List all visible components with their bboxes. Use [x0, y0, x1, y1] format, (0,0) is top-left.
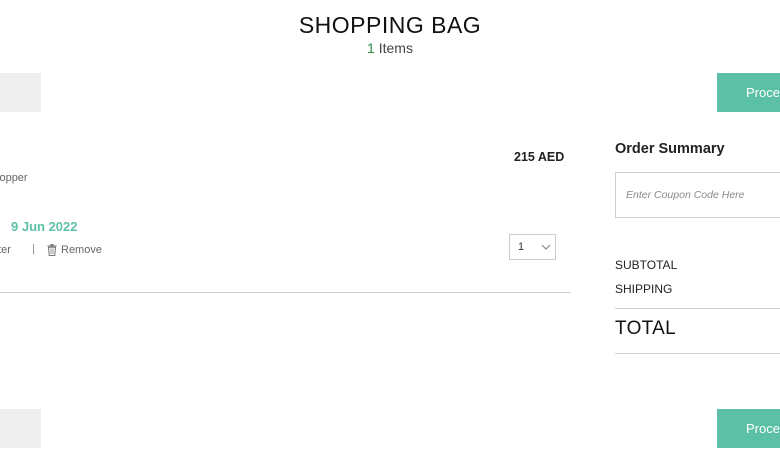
- delivery-date-value: 9 Jun 2022: [11, 219, 78, 234]
- continue-shopping-button[interactable]: [0, 73, 41, 112]
- save-for-later-link[interactable]: ater: [0, 244, 11, 256]
- quantity-select[interactable]: 1: [509, 234, 556, 260]
- proceed-button-top[interactable]: Proceed: [717, 73, 780, 112]
- page-title: SHOPPING BAG: [298, 12, 482, 38]
- trash-icon: [47, 244, 57, 256]
- remove-label: Remove: [61, 244, 102, 256]
- product-subtitle: Shopper: [0, 172, 28, 184]
- total-label: TOTAL: [615, 318, 676, 339]
- action-separator: |: [32, 243, 35, 255]
- remove-button[interactable]: Remove: [47, 244, 102, 256]
- summary-divider: [615, 308, 780, 309]
- product-price: 215 AED: [514, 150, 565, 164]
- continue-shopping-button-bottom[interactable]: [0, 409, 41, 448]
- coupon-input[interactable]: [615, 172, 780, 218]
- summary-divider-bottom: [615, 353, 780, 354]
- item-count-label: Items: [374, 40, 413, 56]
- proceed-button-bottom[interactable]: Proceed: [717, 409, 780, 448]
- item-count-number: 1: [367, 40, 375, 56]
- shipping-label: SHIPPING: [615, 282, 673, 296]
- order-summary-title: Order Summary: [615, 141, 725, 157]
- item-count: 1 Items: [0, 40, 780, 56]
- quantity-value: 1: [518, 241, 525, 253]
- subtotal-label: SUBTOTAL: [615, 258, 678, 272]
- item-divider: [0, 292, 571, 293]
- chevron-down-icon: [541, 244, 551, 250]
